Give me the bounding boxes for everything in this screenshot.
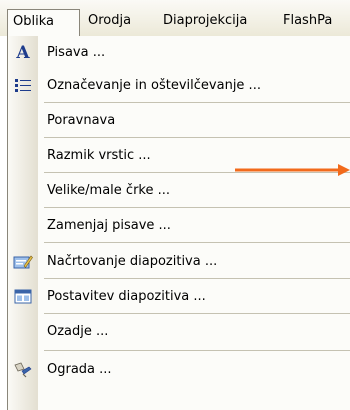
orange-arrow-annotation bbox=[235, 164, 350, 176]
